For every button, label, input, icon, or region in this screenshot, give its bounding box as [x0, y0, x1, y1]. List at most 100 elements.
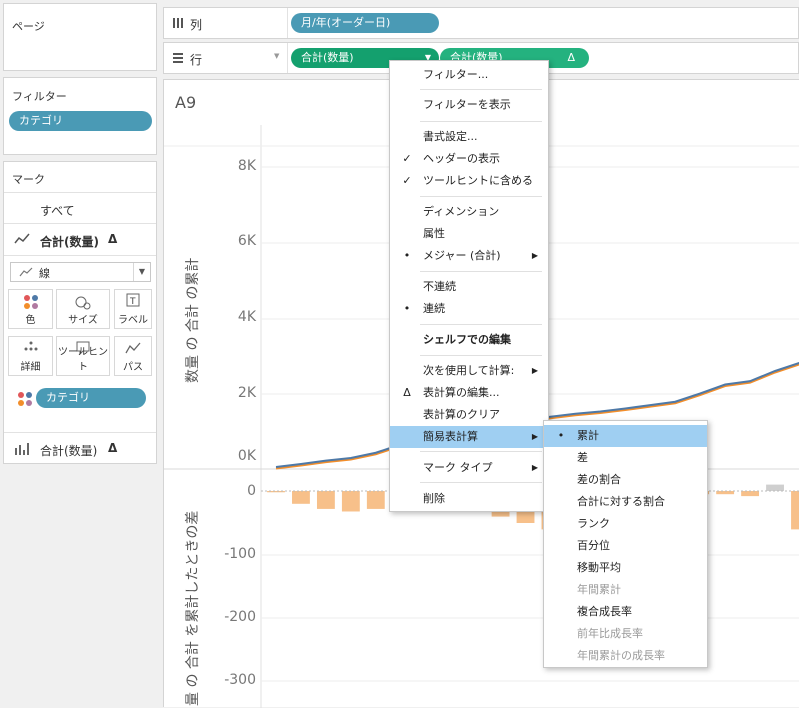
delta-icon: Δ: [403, 386, 411, 399]
tooltip-label: ツールヒント: [58, 347, 108, 373]
marks-card: マーク すべて 合計(数量) Δ 線 ▼ 色 サイズ T ラベル 詳細 ツールヒ…: [3, 161, 157, 464]
menu-separator: [420, 355, 542, 356]
detail-button[interactable]: 詳細: [8, 336, 53, 376]
submenu-item-percent-of-total[interactable]: 合計に対する割合: [544, 491, 707, 513]
menu-item-include-tooltip[interactable]: ✓ ツールヒントに含める: [390, 170, 548, 192]
menu-item-clear-table-calc[interactable]: 表計算のクリア: [390, 404, 548, 426]
marks-second-measure-row[interactable]: 合計(数量) Δ: [4, 432, 156, 464]
delta-icon: Δ: [567, 51, 575, 64]
menu-item-edit-table-calc[interactable]: Δ 表計算の編集...: [390, 382, 548, 404]
rows-label: 行: [190, 53, 203, 67]
menu-item-show-filter[interactable]: フィルターを表示: [390, 94, 548, 116]
submenu-item-compound-growth[interactable]: 複合成長率: [544, 601, 707, 623]
bullet-icon: •: [557, 429, 565, 442]
menu-item-dimension[interactable]: ディメンション: [390, 201, 548, 223]
marks-category-pill[interactable]: カテゴリ: [36, 388, 146, 408]
menu-item-label: 削除: [423, 492, 445, 505]
tooltip-button[interactable]: ツールヒント: [56, 336, 110, 376]
menu-item-remove[interactable]: 削除: [390, 488, 548, 510]
top-axis-title: 数量 の 合計 の累計: [185, 257, 201, 383]
submenu-item-year-over-year[interactable]: 前年比成長率: [544, 623, 707, 645]
submenu-item-rank[interactable]: ランク: [544, 513, 707, 535]
path-label: パス: [123, 362, 143, 373]
menu-item-attribute[interactable]: 属性: [390, 223, 548, 245]
color-dots-icon: [17, 391, 33, 410]
path-button[interactable]: パス: [114, 336, 152, 376]
bullet-icon: •: [403, 302, 411, 315]
menu-item-format[interactable]: 書式設定...: [390, 126, 548, 148]
line-type-icon: [19, 266, 33, 281]
bar-mark: [292, 491, 310, 504]
marks-second-measure-delta: Δ: [108, 441, 118, 455]
submenu-arrow-icon: ▶: [531, 251, 538, 260]
menu-item-edit-in-shelf[interactable]: シェルフでの編集: [390, 329, 548, 351]
y-tick-bottom-200: -200: [224, 609, 256, 625]
y-tick-top-4k: 4K: [237, 309, 256, 325]
menu-separator: [420, 196, 542, 197]
bar-mark: [341, 491, 360, 512]
menu-separator: [420, 271, 542, 272]
menu-item-label: フィルターを表示: [423, 98, 511, 111]
columns-pill-order-date[interactable]: 月/年(オーダー日): [291, 13, 439, 33]
menu-item-quick-table-calc[interactable]: 簡易表計算 ▶: [390, 426, 548, 448]
menu-separator: [420, 121, 542, 122]
bar-mark: [766, 484, 784, 491]
submenu-item-label: 年間累計の成長率: [577, 649, 665, 662]
menu-item-mark-type[interactable]: マーク タイプ ▶: [390, 457, 548, 479]
menu-item-compute-using[interactable]: 次を使用して計算: ▶: [390, 360, 548, 382]
submenu-item-label: 移動平均: [577, 561, 621, 574]
submenu-item-label: 累計: [577, 429, 599, 442]
check-icon: ✓: [402, 152, 412, 165]
size-icon: [57, 293, 109, 311]
marks-measure-label: 合計(数量): [40, 235, 99, 249]
marks-all-row[interactable]: すべて: [4, 192, 156, 224]
filter-pill-category[interactable]: カテゴリ: [9, 111, 152, 131]
color-icon: [9, 293, 52, 311]
bar-mark: [316, 491, 335, 509]
menu-item-label: ツールヒントに含める: [423, 174, 533, 187]
menu-item-label: 表計算の編集...: [423, 386, 500, 399]
menu-separator: [420, 482, 542, 483]
mark-type-label: 線: [39, 267, 50, 280]
mark-type-select[interactable]: 線 ▼: [10, 262, 151, 282]
detail-icon: [9, 340, 52, 358]
y-tick-bottom-0: 0: [247, 483, 256, 499]
y-tick-top-6k: 6K: [237, 233, 256, 249]
bar-mark: [791, 491, 799, 530]
detail-label: 詳細: [20, 362, 41, 373]
marks-measure-row[interactable]: 合計(数量) Δ: [4, 224, 156, 256]
menu-item-discrete[interactable]: 不連続: [390, 276, 548, 298]
submenu-item-percentile[interactable]: 百分位: [544, 535, 707, 557]
submenu-arrow-icon: ▶: [531, 366, 538, 375]
rows-icon: [172, 52, 184, 67]
menu-item-label: ヘッダーの表示: [423, 152, 500, 165]
submenu-item-ytd-total[interactable]: 年間累計: [544, 579, 707, 601]
text-label-icon: T: [115, 293, 151, 311]
submenu-item-label: 差の割合: [577, 473, 621, 486]
submenu-item-difference[interactable]: 差: [544, 447, 707, 469]
menu-item-continuous[interactable]: • 連続: [390, 298, 548, 320]
size-label: サイズ: [68, 315, 98, 326]
rows-dropdown-icon: ▼: [274, 52, 280, 60]
menu-item-label: 書式設定...: [423, 130, 478, 143]
submenu-item-percent-difference[interactable]: 差の割合: [544, 469, 707, 491]
bar-mark: [741, 491, 760, 497]
submenu-item-ytd-growth[interactable]: 年間累計の成長率: [544, 645, 707, 667]
y-tick-bottom-300: -300: [224, 672, 256, 688]
pages-card: ページ: [3, 3, 157, 71]
menu-item-label: フィルター...: [423, 68, 489, 81]
label-button[interactable]: T ラベル: [114, 289, 152, 329]
filters-title: フィルター: [12, 90, 67, 103]
color-button[interactable]: 色: [8, 289, 53, 329]
bar-mark: [366, 491, 385, 509]
menu-item-measure-sum[interactable]: • メジャー (合計) ▶: [390, 245, 548, 267]
bar-chart-icon: [14, 442, 30, 459]
menu-item-label: 簡易表計算: [423, 430, 478, 443]
columns-shelf[interactable]: 列 月/年(オーダー日): [163, 7, 799, 39]
submenu-item-running-total[interactable]: • 累計: [544, 425, 707, 447]
menu-item-show-header[interactable]: ✓ ヘッダーの表示: [390, 148, 548, 170]
menu-item-filter[interactable]: フィルター...: [390, 64, 548, 86]
size-button[interactable]: サイズ: [56, 289, 110, 329]
menu-separator: [420, 89, 542, 90]
submenu-item-moving-average[interactable]: 移動平均: [544, 557, 707, 579]
